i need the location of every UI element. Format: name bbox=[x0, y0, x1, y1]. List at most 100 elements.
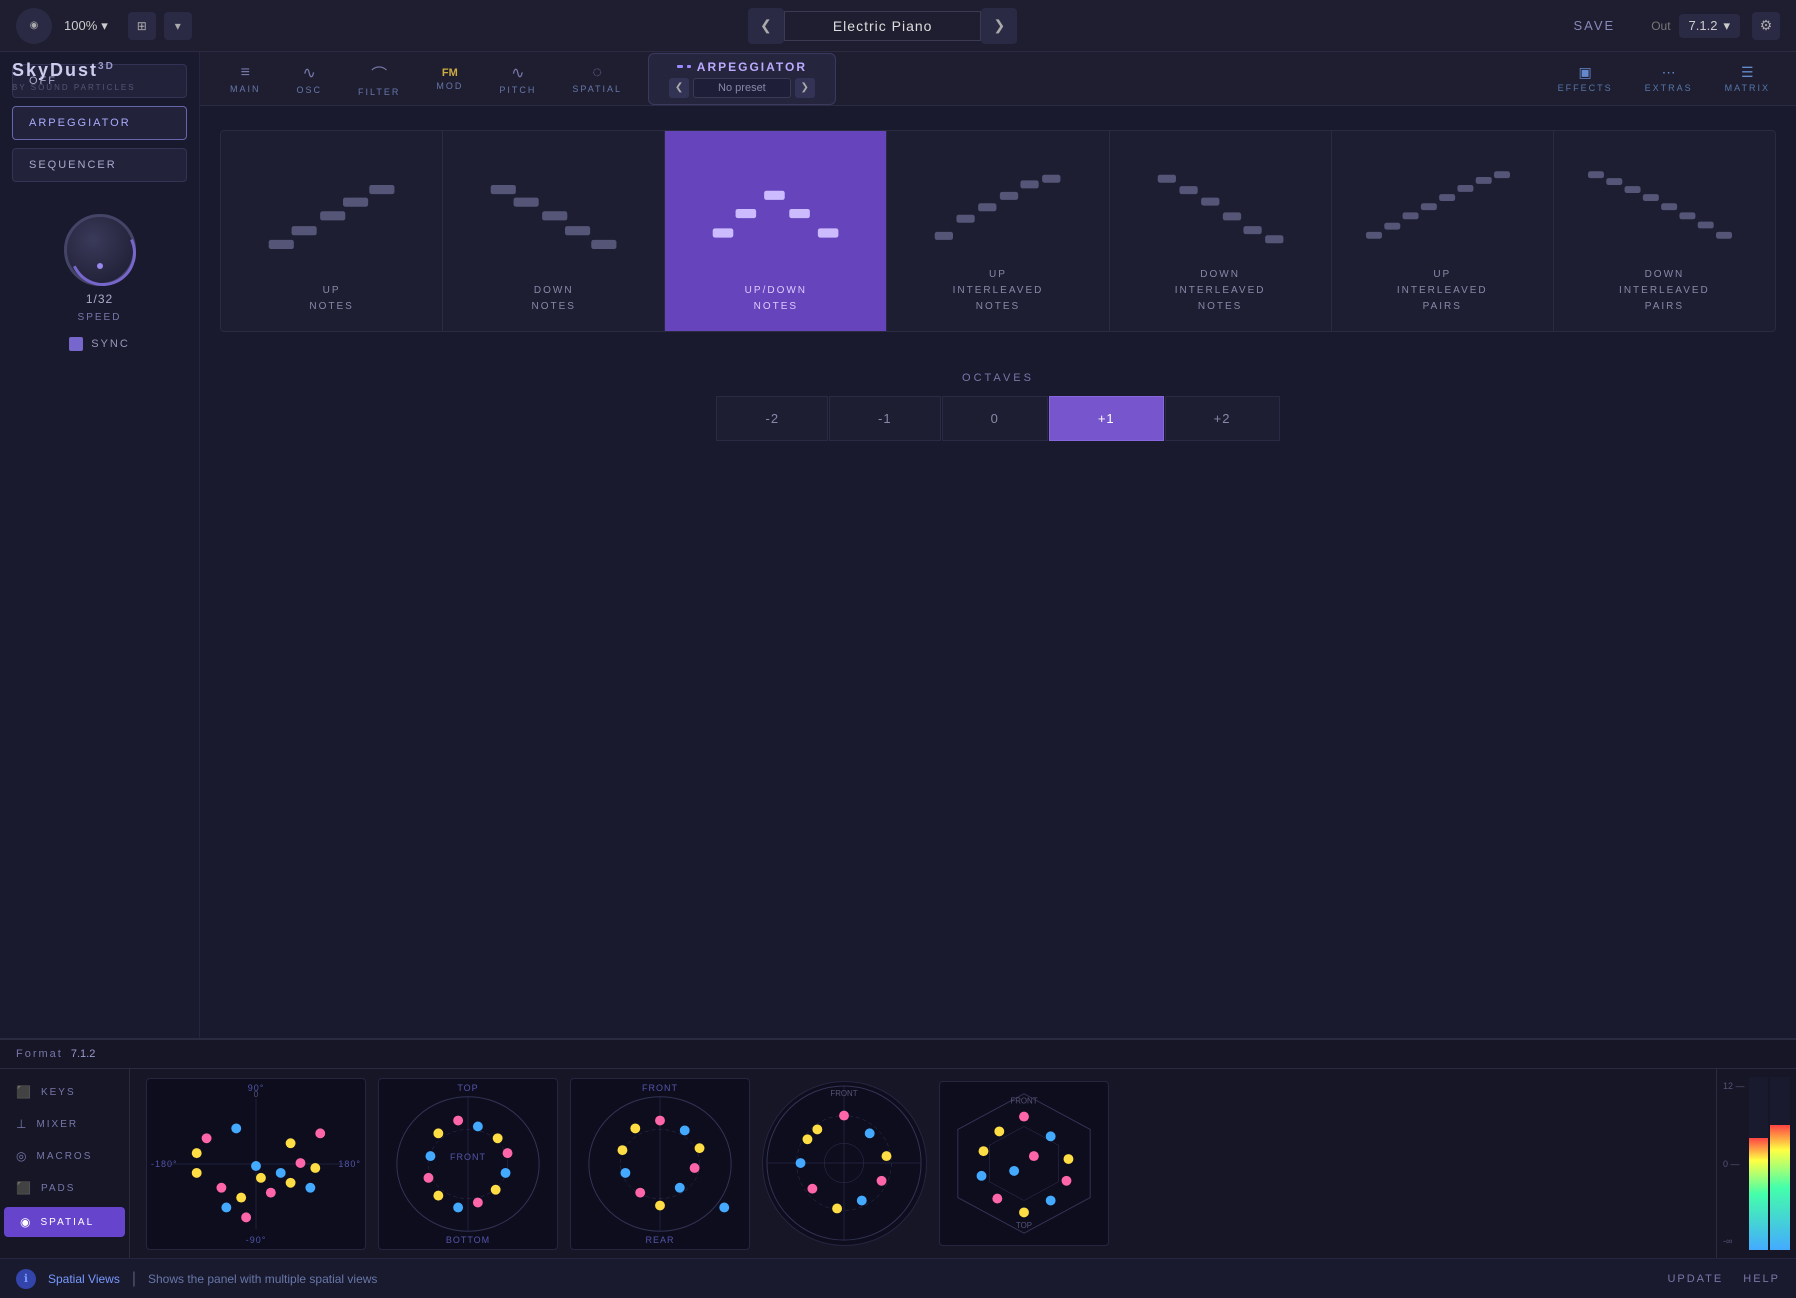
zoom-control[interactable]: 100% ▾ bbox=[64, 18, 108, 34]
preset-prev-button[interactable]: ❮ bbox=[669, 78, 689, 98]
tab-effects[interactable]: ▣ EFFECTS bbox=[1544, 58, 1627, 99]
down-interleaved-pairs-label: DOWNINTERLEAVEDPAIRS bbox=[1619, 267, 1710, 315]
pattern-updown-notes[interactable]: UP/DOWNNOTES bbox=[665, 131, 886, 331]
tab-filter[interactable]: ⌒ FILTER bbox=[340, 55, 418, 103]
octave-plus1[interactable]: +1 bbox=[1049, 396, 1164, 441]
side-nav-spatial[interactable]: ◉ SPATIAL bbox=[4, 1207, 125, 1237]
status-bar: ℹ Spatial Views | Shows the panel with m… bbox=[0, 1258, 1796, 1298]
spatial-tab-label: SPATIAL bbox=[572, 84, 622, 94]
arp-tab-header: ARPEGGIATOR bbox=[677, 60, 807, 74]
tab-extras[interactable]: ⋯ EXTRAS bbox=[1631, 58, 1707, 99]
effects-label: EFFECTS bbox=[1558, 83, 1613, 93]
tab-fm[interactable]: FM MOD bbox=[418, 61, 481, 97]
out-value: 7.1.2 bbox=[1689, 18, 1718, 33]
status-description: Shows the panel with multiple spatial vi… bbox=[148, 1272, 377, 1286]
dropdown-icon[interactable]: ▾ bbox=[164, 12, 192, 40]
side-nav-keys[interactable]: ⬛ KEYS bbox=[0, 1077, 129, 1107]
updown-notes-svg bbox=[677, 177, 874, 257]
right-label-grid: 180° bbox=[338, 1159, 361, 1169]
keys-icon: ⬛ bbox=[16, 1085, 33, 1099]
bottom-panel-body: ⬛ KEYS ⊥ MIXER ◎ MACROS ⬛ PADS ◉ SPATIAL bbox=[0, 1069, 1796, 1258]
zoom-chevron[interactable]: ▾ bbox=[101, 18, 108, 34]
nav-prev-button[interactable]: ❮ bbox=[748, 8, 784, 44]
pattern-down-interleaved-pairs[interactable]: DOWNINTERLEAVEDPAIRS bbox=[1554, 131, 1775, 331]
pattern-down-notes[interactable]: DOWNNOTES bbox=[443, 131, 664, 331]
tab-matrix[interactable]: ☰ MATRIX bbox=[1711, 58, 1784, 99]
pattern-up-interleaved-notes[interactable]: UPINTERLEAVEDNOTES bbox=[887, 131, 1108, 331]
arp-title: ARPEGGIATOR bbox=[697, 60, 807, 74]
spatial-view-hex-front[interactable]: FRONT TOP bbox=[939, 1081, 1109, 1246]
pattern-up-notes[interactable]: UPNOTES bbox=[221, 131, 442, 331]
spatial-view-circle-front[interactable]: FRONT bbox=[762, 1081, 927, 1246]
octave-minus2[interactable]: -2 bbox=[716, 396, 828, 441]
sync-row: SYNC bbox=[69, 337, 130, 351]
speed-knob[interactable] bbox=[64, 214, 136, 286]
pattern-visual-down bbox=[455, 151, 652, 283]
update-button[interactable]: UPDATE bbox=[1667, 1273, 1723, 1285]
info-icon: ℹ bbox=[16, 1269, 36, 1289]
bottom-label-grid: -90° bbox=[246, 1235, 267, 1245]
spatial-view-front-rear[interactable]: FRONT REAR bbox=[570, 1078, 750, 1250]
meter-fill-right bbox=[1770, 1125, 1790, 1250]
octave-minus1[interactable]: -1 bbox=[829, 396, 941, 441]
circle-front-svg: FRONT bbox=[763, 1082, 926, 1245]
help-button[interactable]: HELP bbox=[1743, 1273, 1780, 1285]
logo-icon: ◉ bbox=[16, 8, 52, 44]
sync-checkbox[interactable] bbox=[69, 337, 83, 351]
save-button[interactable]: SAVE bbox=[1573, 18, 1615, 33]
knob-label: SPEED bbox=[78, 312, 122, 323]
svg-text:FRONT: FRONT bbox=[1010, 1097, 1037, 1106]
arpeggiator-button[interactable]: ARPEGGIATOR bbox=[12, 106, 187, 140]
matrix-icon: ☰ bbox=[1741, 64, 1754, 81]
side-nav-macros[interactable]: ◎ MACROS bbox=[0, 1141, 129, 1171]
left-label-grid: -180° bbox=[151, 1159, 178, 1169]
sequencer-button[interactable]: SEQUENCER bbox=[12, 148, 187, 182]
status-separator: | bbox=[132, 1270, 136, 1288]
spatial-nav-icon: ◉ bbox=[20, 1215, 32, 1229]
status-section: Spatial Views bbox=[48, 1272, 120, 1286]
speed-knob-section: 1/32 SPEED SYNC bbox=[12, 214, 187, 351]
grid-view-svg: 0 bbox=[147, 1079, 365, 1249]
patterns-grid: UPNOTES DOWNNOTES bbox=[220, 130, 1776, 332]
settings-icon[interactable]: ⚙ bbox=[1752, 12, 1780, 40]
out-chevron: ▾ bbox=[1723, 18, 1730, 34]
zoom-value: 100% bbox=[64, 18, 97, 33]
top-label-circle: TOP bbox=[457, 1083, 478, 1093]
rear-label-fr: REAR bbox=[645, 1235, 674, 1245]
fx-group: ▣ EFFECTS ⋯ EXTRAS ☰ MATRIX bbox=[1544, 58, 1784, 99]
tab-pitch[interactable]: ∿ PITCH bbox=[481, 57, 554, 101]
top-label-grid: 90° bbox=[248, 1083, 265, 1093]
fm-tab-icon: FM bbox=[442, 67, 458, 79]
up-interleaved-pairs-label: UPINTERLEAVEDPAIRS bbox=[1397, 267, 1488, 315]
out-format[interactable]: 7.1.2 ▾ bbox=[1679, 14, 1740, 38]
meter-scale-12: 12 — bbox=[1723, 1081, 1745, 1091]
nav-next-button[interactable]: ❯ bbox=[981, 8, 1017, 44]
arpeggiator-tab[interactable]: ARPEGGIATOR ❮ No preset ❯ bbox=[648, 53, 836, 105]
fm-tab-label: MOD bbox=[436, 81, 463, 91]
preset-row: ❮ No preset ❯ bbox=[669, 78, 815, 98]
spatial-view-top-bottom-grid[interactable]: 90° -90° -180° 180° 0 bbox=[146, 1078, 366, 1250]
tab-main[interactable]: ≡ MAIN bbox=[212, 58, 279, 100]
side-nav-pads[interactable]: ⬛ PADS bbox=[0, 1173, 129, 1203]
preset-next-button[interactable]: ❯ bbox=[795, 78, 815, 98]
filter-tab-icon: ⌒ bbox=[371, 61, 387, 85]
extras-label: EXTRAS bbox=[1645, 83, 1693, 93]
status-actions: UPDATE HELP bbox=[1667, 1273, 1780, 1285]
octave-plus2[interactable]: +2 bbox=[1165, 396, 1280, 441]
down-interleaved-notes-svg bbox=[1122, 169, 1319, 249]
pattern-up-interleaved-pairs[interactable]: UPINTERLEAVEDPAIRS bbox=[1332, 131, 1553, 331]
preset-name-display: No preset bbox=[693, 78, 791, 98]
pattern-down-interleaved-notes[interactable]: DOWNINTERLEAVEDNOTES bbox=[1110, 131, 1331, 331]
off-button[interactable]: OFF bbox=[12, 64, 187, 98]
octave-zero[interactable]: 0 bbox=[942, 396, 1048, 441]
tab-spatial[interactable]: ◌ SPATIAL bbox=[554, 58, 640, 100]
tab-osc[interactable]: ∿ OSC bbox=[279, 57, 341, 101]
top-bar: ◉ 100% ▾ ⊞ ▾ ❮ Electric Piano ❯ SAVE Out… bbox=[0, 0, 1796, 52]
osc-tab-label: OSC bbox=[297, 85, 323, 95]
keys-label: KEYS bbox=[41, 1087, 76, 1098]
format-label: Format bbox=[16, 1048, 63, 1060]
grid-icon[interactable]: ⊞ bbox=[128, 12, 156, 40]
main-tab-label: MAIN bbox=[230, 84, 261, 94]
side-nav-mixer[interactable]: ⊥ MIXER bbox=[0, 1109, 129, 1139]
spatial-view-top-bottom-circle[interactable]: TOP BOTTOM FRONT bbox=[378, 1078, 558, 1250]
